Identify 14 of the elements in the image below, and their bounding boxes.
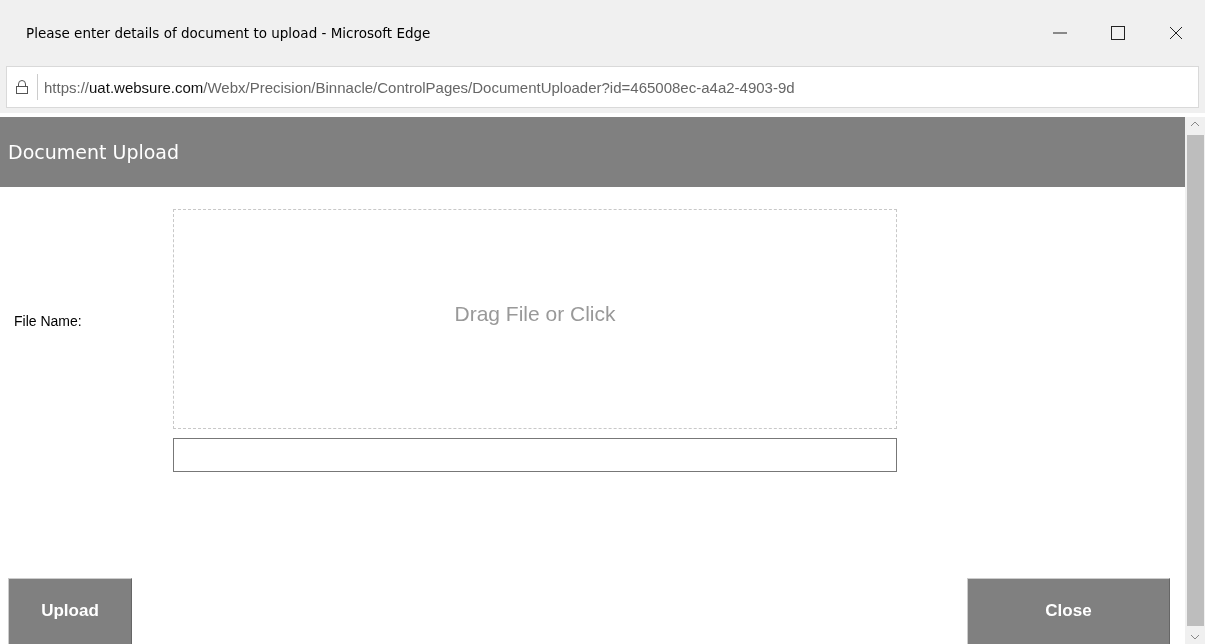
scrollbar[interactable] <box>1185 117 1205 644</box>
minimize-icon <box>1052 32 1068 34</box>
close-button[interactable]: Close <box>967 578 1170 644</box>
close-icon <box>1168 25 1184 41</box>
page-header: Document Upload <box>0 117 1185 187</box>
field-label: File Name: <box>13 313 83 329</box>
maximize-icon <box>1110 25 1126 41</box>
drop-zone[interactable]: Drag File or Click <box>173 209 897 429</box>
url-text: https://uat.websure.com/Webx/Precision/Binnacle/ControlPages/DocumentUploader?id=465008ec-a4a2-4903-9d <box>43 78 795 96</box>
upload-button[interactable]: Upload <box>8 578 132 644</box>
lock-icon <box>15 79 29 95</box>
address-bar[interactable]: https://uat.websure.com/Webx/Precision/Binnacle/ControlPages/DocumentUploader?id=465008ec-a4a2-4903-9d <box>6 66 1199 108</box>
file-name-field[interactable] <box>173 438 897 472</box>
window-title: Please enter details of document to upload - Microsoft Edge <box>26 25 432 41</box>
